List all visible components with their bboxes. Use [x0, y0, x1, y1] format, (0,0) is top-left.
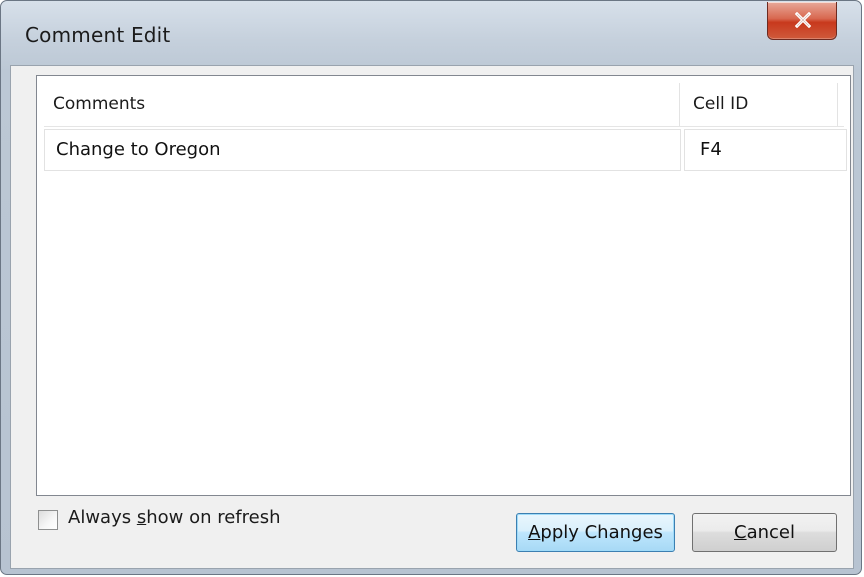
always-show-label[interactable]: Always show on refresh [68, 507, 281, 528]
title-bar[interactable]: Comment Edit [1, 1, 861, 71]
comment-edit-dialog: Comment Edit Comments Cell ID Change to … [0, 0, 862, 575]
cancel-button[interactable]: Cancel [692, 513, 837, 552]
close-button[interactable] [767, 2, 837, 40]
comment-cell[interactable]: Change to Oregon [44, 129, 681, 171]
always-show-checkbox[interactable] [38, 510, 58, 530]
table-row[interactable]: Change to Oregon F4 [44, 129, 847, 171]
apply-changes-button[interactable]: Apply Changes [516, 513, 675, 552]
grid-header: Comments Cell ID [44, 83, 844, 127]
column-header-comments[interactable]: Comments [44, 83, 680, 126]
window-title: Comment Edit [25, 23, 171, 47]
cell-id-cell[interactable]: F4 [684, 129, 847, 171]
column-header-cell-id[interactable]: Cell ID [680, 83, 838, 126]
comments-grid[interactable]: Comments Cell ID Change to Oregon F4 [36, 75, 851, 496]
dialog-client-area: Comments Cell ID Change to Oregon F4 Alw… [10, 65, 854, 569]
close-x-icon [795, 12, 811, 28]
